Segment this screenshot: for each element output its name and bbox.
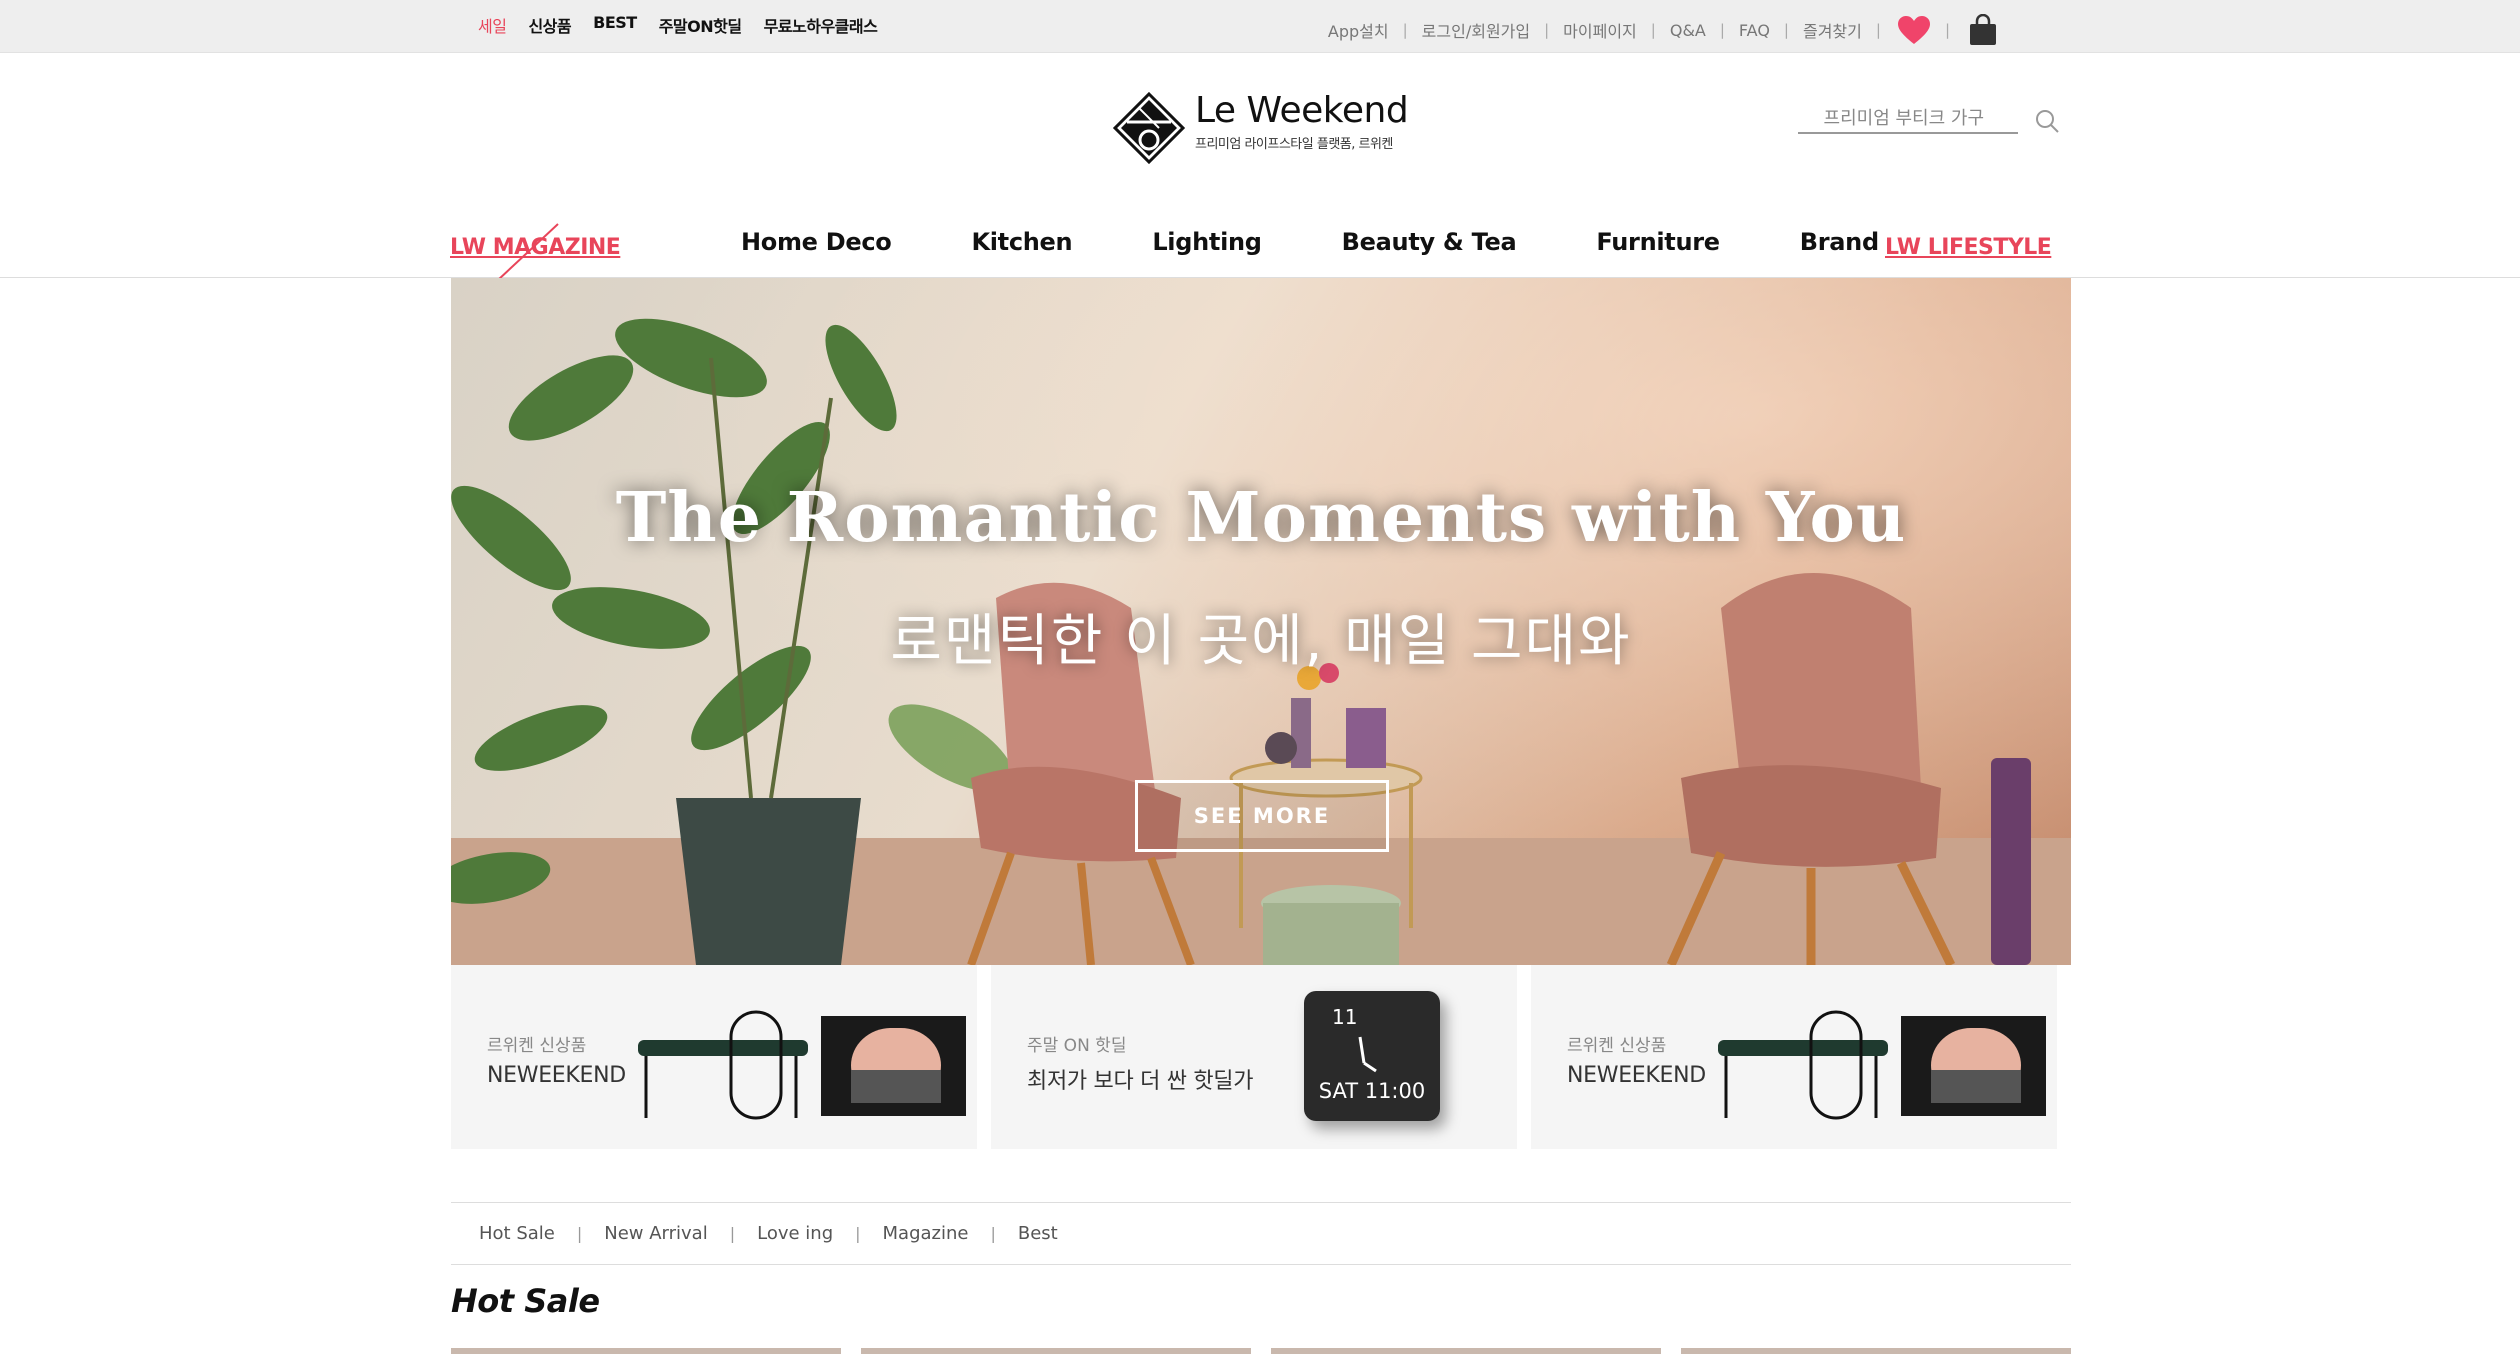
nav-item-brand[interactable]: Brand: [1800, 228, 1879, 256]
brand-name: Le Weekend: [1195, 90, 1409, 131]
tab-new-arrival[interactable]: New Arrival: [604, 1223, 707, 1244]
separator: |: [1944, 21, 1950, 39]
top-link-app[interactable]: App설치: [1328, 18, 1389, 42]
tab-magazine[interactable]: Magazine: [883, 1223, 969, 1244]
nav-item-beauty-tea[interactable]: Beauty & Tea: [1342, 228, 1517, 256]
card-kicker: 르위켄 신상품: [1567, 1036, 1667, 1056]
card-kicker: 주말 ON 핫딜: [1027, 1036, 1127, 1056]
promo-card-new-product-2[interactable]: 르위켄 신상품 NEWEEKEND: [1531, 965, 2057, 1149]
brand-logo[interactable]: Le Weekend 프리미엄 라이프스타일 플랫폼, 르위켄: [1113, 90, 1409, 164]
separator: |: [1650, 21, 1656, 39]
top-link-new[interactable]: 신상품: [528, 13, 571, 37]
top-link-weekend-deal[interactable]: 주말ON핫딜: [659, 13, 742, 37]
see-more-button[interactable]: SEE MORE: [1135, 780, 1389, 852]
top-link-mypage[interactable]: 마이페이지: [1563, 18, 1637, 42]
separator: |: [1875, 21, 1881, 39]
product-thumbnail[interactable]: [1681, 1348, 2071, 1354]
product-thumbnail[interactable]: [861, 1348, 1251, 1354]
main-navigation: LW MAGAZINE Home Deco Kitchen Lighting B…: [0, 200, 2520, 281]
separator: |: [1783, 21, 1789, 39]
tab-love-ing[interactable]: Love ing: [757, 1223, 833, 1244]
tab-best[interactable]: Best: [1018, 1223, 1058, 1244]
product-thumbnail[interactable]: [1271, 1348, 1661, 1354]
clock-date: SAT 11:00: [1318, 1079, 1426, 1103]
search-box: [1798, 108, 2018, 134]
card-headline: 최저가 보다 더 싼 핫딜가: [1027, 1069, 1254, 1094]
shopping-bag-icon[interactable]: [1968, 14, 1998, 46]
clock-hands: [1358, 1036, 1377, 1073]
top-link-faq[interactable]: FAQ: [1739, 21, 1770, 40]
separator: |: [1544, 21, 1550, 39]
separator: |: [729, 1224, 736, 1243]
nav-item-lighting[interactable]: Lighting: [1152, 228, 1262, 256]
section-title: Hot Sale: [451, 1282, 600, 1320]
bench-product-image: [1718, 1010, 2046, 1120]
card-headline: NEWEEKEND: [1567, 1063, 1706, 1088]
nav-lw-magazine[interactable]: LW MAGAZINE: [450, 235, 621, 260]
separator: |: [576, 1224, 583, 1243]
nav-category-list: Home Deco Kitchen Lighting Beauty & Tea …: [741, 228, 1959, 256]
card-headline: NEWEEKEND: [487, 1063, 626, 1088]
card-kicker: 르위켄 신상품: [487, 1036, 587, 1056]
logo-diamond-icon: [1113, 92, 1185, 164]
top-link-login[interactable]: 로그인/회원가입: [1422, 18, 1530, 42]
hero-subtitle: 로맨틱한 이 곳에, 매일 그대와: [890, 609, 1632, 674]
brand-wordmark: Le Weekend 프리미엄 라이프스타일 플랫폼, 르위켄: [1195, 90, 1409, 153]
separator: |: [1402, 21, 1408, 39]
clock-hour: 11: [1332, 1005, 1358, 1029]
hero-title: The Romantic Moments with You: [615, 478, 1907, 558]
top-link-free-class[interactable]: 무료노하우클래스: [764, 13, 878, 37]
promo-card-new-product[interactable]: 르위켄 신상품 NEWEEKEND: [451, 965, 977, 1149]
nav-item-furniture[interactable]: Furniture: [1596, 228, 1720, 256]
search-icon[interactable]: [2034, 108, 2060, 134]
separator: |: [1719, 21, 1725, 39]
nav-item-kitchen[interactable]: Kitchen: [971, 228, 1072, 256]
flip-clock-image: 11 SAT 11:00: [1304, 991, 1440, 1121]
separator: |: [990, 1224, 996, 1243]
promo-cards: 르위켄 신상품 NEWEEKEND 주말 ON 핫딜 최저가 보다 더 싼 핫딜…: [451, 965, 2071, 1149]
tab-hot-sale[interactable]: Hot Sale: [479, 1223, 555, 1244]
top-link-bookmark[interactable]: 즐겨찾기: [1803, 18, 1862, 42]
top-right-links: App설치 | 로그인/회원가입 | 마이페이지 | Q&A | FAQ | 즐…: [1328, 14, 1998, 46]
top-left-links: 세일 신상품 BEST 주말ON핫딜 무료노하우클래스: [478, 13, 899, 37]
top-utility-bar: 세일 신상품 BEST 주말ON핫딜 무료노하우클래스 App설치 | 로그인/…: [0, 0, 2520, 53]
top-link-best[interactable]: BEST: [593, 13, 637, 37]
promo-card-weekend-deal[interactable]: 주말 ON 핫딜 최저가 보다 더 싼 핫딜가 11 SAT 11:00: [991, 965, 1517, 1149]
nav-item-home-deco[interactable]: Home Deco: [741, 228, 892, 256]
product-thumbnail-row: [451, 1348, 2071, 1354]
section-tabs: Hot Sale | New Arrival | Love ing | Maga…: [451, 1202, 2071, 1265]
hero-banner[interactable]: The Romantic Moments with You 로맨틱한 이 곳에,…: [451, 278, 2071, 965]
bench-product-image: [638, 1010, 966, 1120]
nav-lw-lifestyle[interactable]: LW LIFESTYLE: [1885, 235, 2052, 260]
search-input[interactable]: [1798, 108, 1998, 129]
heart-icon[interactable]: [1897, 15, 1931, 45]
top-link-sale[interactable]: 세일: [478, 13, 507, 37]
top-link-qna[interactable]: Q&A: [1670, 21, 1706, 40]
product-thumbnail[interactable]: [451, 1348, 841, 1354]
brand-tagline: 프리미엄 라이프스타일 플랫폼, 르위켄: [1195, 137, 1393, 152]
separator: |: [855, 1224, 861, 1243]
